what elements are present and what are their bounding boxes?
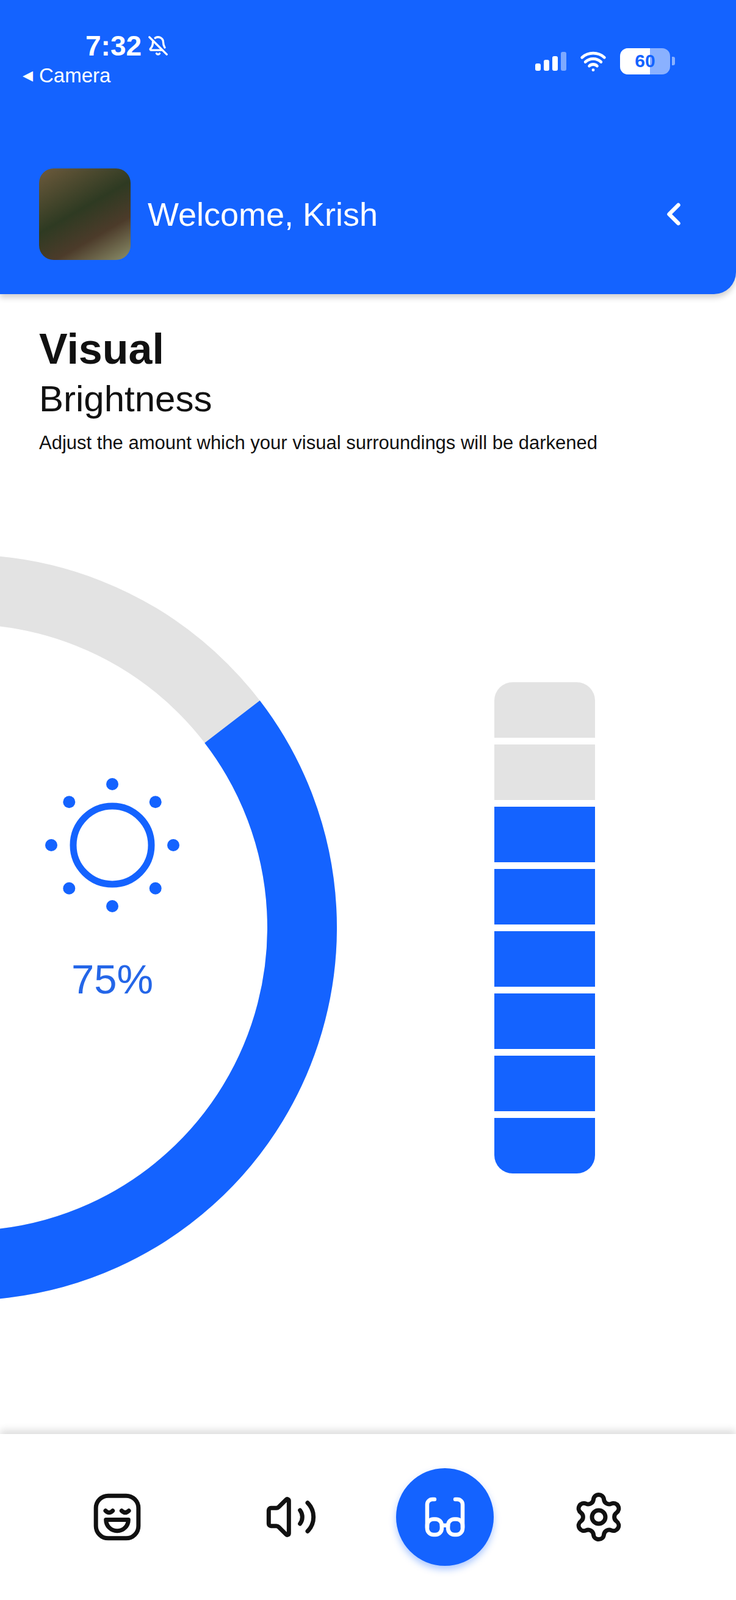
avatar[interactable] [39,168,131,260]
gauge-box: 75% [0,552,342,1303]
section-subtitle: Brightness [39,377,697,422]
nav-button[interactable] [68,1468,166,1566]
nav-button[interactable] [396,1468,494,1566]
app-screen: 7:32 ◀ Camera 60 Welcome, Krish VisualBrightn… [0,0,736,1600]
level-segment[interactable] [494,931,596,987]
profile-row: Welcome, Krish [0,168,736,260]
brightness-controls: 75% [0,552,736,1303]
level-segment[interactable] [494,869,596,925]
bell-off-icon [147,35,169,57]
level-segment[interactable] [494,1055,596,1112]
battery-body: 60 [620,48,671,75]
chevron-left-icon [655,195,693,233]
speaker-icon [264,1490,318,1545]
battery-nub [671,56,675,66]
section-description: Adjust the amount which your visual surr… [39,430,613,455]
level-bar[interactable] [494,682,596,1174]
time-row: 7:32 [22,30,169,62]
status-left: 7:32 ◀ Camera [22,30,169,88]
battery-reading: 60 [634,50,655,72]
section-heading: VisualBrightness Adjust the amount which … [0,294,736,455]
status-bar: 7:32 ◀ Camera 60 [0,0,736,86]
level-segment[interactable] [494,744,596,801]
level-segment[interactable] [494,806,596,863]
nav-button[interactable] [242,1468,340,1566]
level-segment[interactable] [494,1118,596,1174]
bottom-nav [0,1434,736,1600]
wifi-icon [579,47,607,75]
level-segment[interactable] [494,993,596,1050]
status-right: 60 [535,30,675,75]
signal-icon [535,51,567,71]
brightness-gauge[interactable] [0,552,342,1303]
header: 7:32 ◀ Camera 60 Welcome, Krish [0,0,736,295]
signal-bar [543,59,550,71]
signal-bar [552,56,558,71]
mood-icon [90,1490,145,1545]
section-title: Visual [39,323,697,375]
greeting: Welcome, Krish [147,194,656,234]
gear-icon [571,1490,626,1545]
back-glyph: ◀ [22,64,33,87]
signal-bar [560,51,567,71]
nav-button[interactable] [549,1468,648,1566]
battery-icon: 60 [620,48,675,75]
back-button[interactable] [655,195,693,233]
sun-icon [39,772,186,919]
back-label: Camera [39,63,111,88]
gauge-center: 75% [39,772,186,1004]
back-to-app-link[interactable]: ◀ Camera [22,63,111,88]
main-content: VisualBrightness Adjust the amount which … [0,294,736,1435]
glasses-icon [419,1492,470,1543]
status-time: 7:32 [85,30,142,62]
level-segment[interactable] [494,682,596,738]
signal-bar [535,63,541,71]
brightness-reading: 75% [71,955,154,1004]
